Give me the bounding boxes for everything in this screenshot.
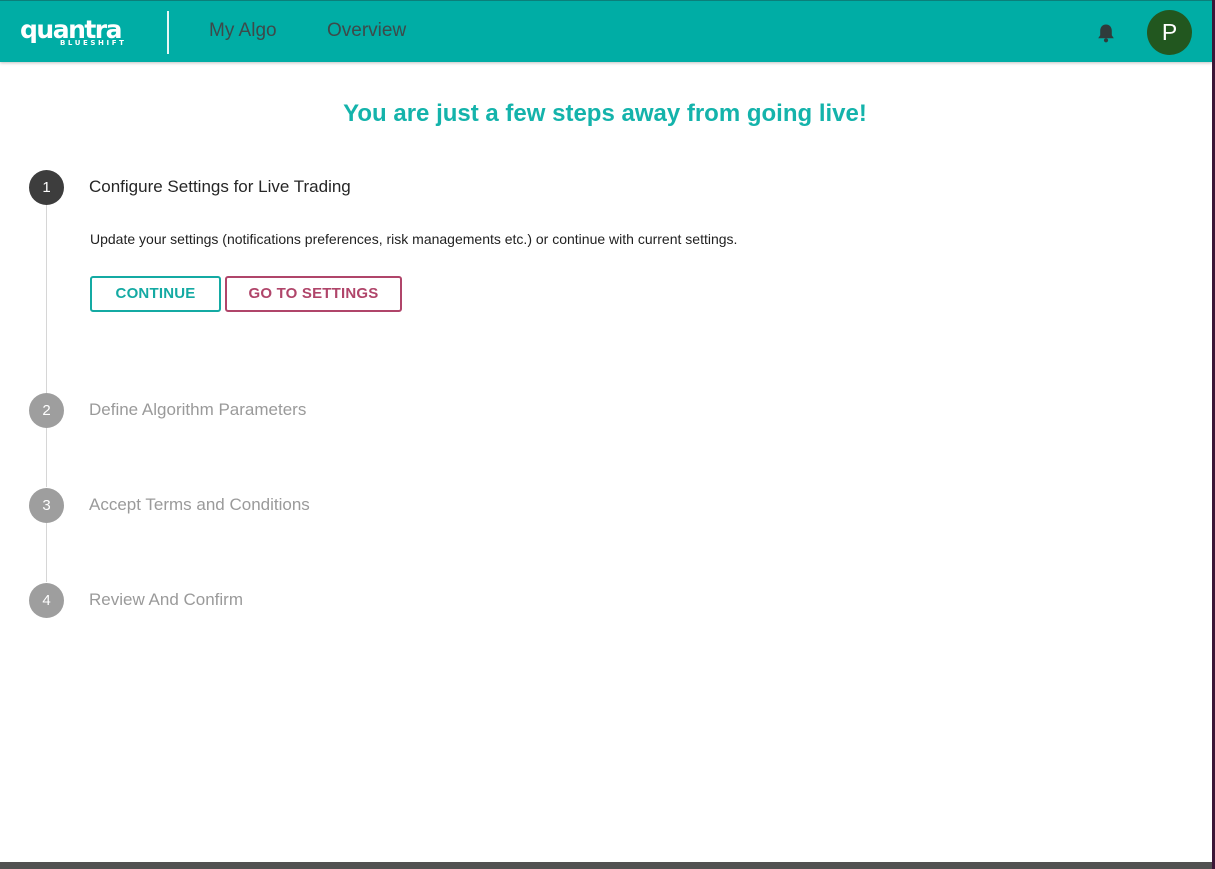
stepper-connector — [46, 205, 47, 395]
top-navbar: quantra BLUESHIFT My Algo Overview P — [0, 0, 1212, 62]
avatar[interactable]: P — [1147, 10, 1192, 55]
page-headline: You are just a few steps away from going… — [343, 100, 867, 127]
stepper-connector — [46, 428, 47, 487]
logo-subtext: BLUESHIFT — [60, 39, 127, 47]
nav-overview[interactable]: Overview — [327, 18, 406, 44]
bell-icon[interactable] — [1095, 22, 1117, 44]
step-4-title: Review And Confirm — [89, 590, 244, 609]
step-4-number: 4 — [29, 583, 64, 618]
stepper-connector — [46, 523, 47, 582]
step-1-description: Update your settings (notifications pref… — [90, 231, 738, 247]
nav-my-algo[interactable]: My Algo — [209, 18, 277, 44]
quantra-logo[interactable]: quantra BLUESHIFT — [20, 15, 130, 51]
step-1-number: 1 — [29, 170, 64, 205]
step-1-title: Configure Settings for Live Trading — [89, 177, 351, 196]
step-3-number: 3 — [29, 488, 64, 523]
navbar-divider — [167, 11, 169, 54]
step-3-title: Accept Terms and Conditions — [89, 495, 310, 514]
go-to-settings-button[interactable]: GO TO SETTINGS — [225, 276, 402, 312]
step-2-title: Define Algorithm Parameters — [89, 400, 307, 419]
step-2-number: 2 — [29, 393, 64, 428]
continue-button[interactable]: CONTINUE — [90, 276, 221, 312]
bottom-bar — [0, 862, 1212, 869]
